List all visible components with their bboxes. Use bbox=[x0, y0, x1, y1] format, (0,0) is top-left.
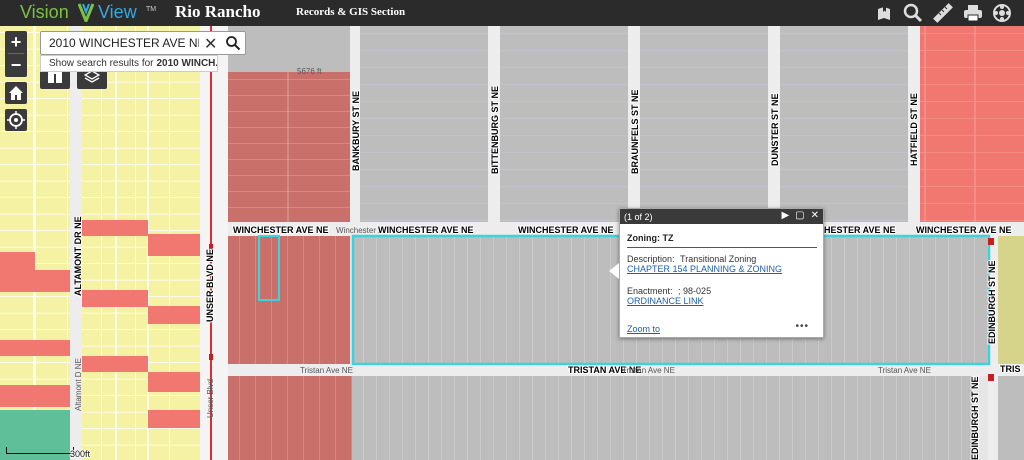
search-box: ✕ bbox=[40, 31, 246, 55]
minor-label-altamont: Altamont D NE bbox=[74, 358, 83, 411]
logo-vision-text: Vision bbox=[20, 2, 69, 22]
street-label-winchester-1: WINCHESTER AVE NE bbox=[233, 225, 329, 235]
popup-titlebar: (1 of 2) ▶ ▢ ✕ bbox=[620, 209, 823, 224]
print-icon[interactable] bbox=[962, 2, 984, 24]
street-label-dunster: DUNSTER ST NE bbox=[770, 93, 780, 166]
table-icon bbox=[48, 71, 62, 83]
enactment-row: Enactment: ; 98-025 bbox=[627, 286, 711, 296]
scale-label: 300ft bbox=[70, 449, 91, 459]
street-label-unser: UNSER BLVD NE bbox=[205, 249, 215, 322]
ordinance-link[interactable]: ORDINANCE LINK bbox=[627, 296, 704, 306]
close-popup-icon[interactable]: ✕ bbox=[811, 210, 819, 221]
logo-v-icon bbox=[78, 3, 94, 22]
map-canvas[interactable]: WINCHESTER AVE NE Winchester Ave NE WINC… bbox=[0, 26, 1024, 460]
street-label-winchester-3: WINCHESTER AVE NE bbox=[518, 225, 614, 235]
locate-icon bbox=[7, 111, 25, 129]
street-label-winchester-5: WINCHESTER AVE NE bbox=[916, 225, 1012, 235]
bookmark-icon[interactable] bbox=[873, 2, 895, 24]
street-label-edinburgh-2: EDINBURGH ST NE bbox=[970, 376, 980, 460]
city-title: Rio Rancho bbox=[175, 2, 261, 21]
layers-icon bbox=[84, 70, 100, 83]
street-label-altamont: ALTAMONT DR NE bbox=[73, 216, 83, 296]
suggestion-prefix: Show search results for bbox=[49, 58, 154, 69]
zoom-out-button[interactable]: − bbox=[5, 54, 27, 76]
logo-view-text: View bbox=[98, 2, 137, 22]
popup-pointer bbox=[609, 263, 619, 279]
home-button[interactable] bbox=[5, 82, 27, 104]
popup-title: Zoning: TZ bbox=[627, 233, 674, 243]
minor-label-tristan-2: Tristan Ave NE bbox=[622, 366, 675, 375]
logo: Vision View TM bbox=[20, 0, 170, 26]
next-feature-icon[interactable]: ▶ bbox=[781, 210, 789, 221]
zoom-controls: + − bbox=[5, 31, 27, 77]
street-label-winchester-2: WINCHESTER AVE NE bbox=[378, 225, 474, 235]
street-label-edinburgh-1: EDINBURGH ST NE bbox=[987, 260, 997, 344]
search-suggestion[interactable]: Show search results for 2010 WINCH... bbox=[40, 55, 218, 72]
enactment-label: Enactment: bbox=[627, 286, 673, 296]
maximize-icon[interactable]: ▢ bbox=[795, 210, 804, 221]
zoom-to-link[interactable]: Zoom to bbox=[627, 324, 660, 334]
parcel-layer bbox=[0, 26, 1024, 460]
popup-divider bbox=[627, 247, 817, 248]
street-label-tris-edge: TRIS bbox=[1000, 364, 1021, 374]
feature-popup: (1 of 2) ▶ ▢ ✕ Zoning: TZ Description: T… bbox=[619, 208, 824, 338]
chapter-link[interactable]: CHAPTER 154 PLANNING & ZONING bbox=[627, 264, 782, 274]
street-label-hatfield: HATFIELD ST NE bbox=[909, 93, 919, 166]
minor-label-tristan-1: Tristan Ave NE bbox=[300, 366, 353, 375]
enactment-value: ; 98-025 bbox=[678, 286, 712, 296]
app-header: Vision View TM Rio Rancho Records & GIS … bbox=[0, 0, 1024, 26]
description-label: Description: bbox=[627, 254, 675, 264]
home-icon bbox=[9, 86, 23, 100]
basemap-icon[interactable] bbox=[991, 2, 1013, 24]
locate-button[interactable] bbox=[5, 109, 27, 131]
search-input[interactable] bbox=[47, 35, 201, 51]
street-label-braunfels: BRAUNFELS ST NE bbox=[630, 89, 640, 174]
measure-icon[interactable] bbox=[932, 2, 954, 24]
popup-counter: (1 of 2) bbox=[624, 211, 653, 222]
street-label-bankbury: BANKBURY ST NE bbox=[351, 90, 361, 171]
minor-label-lot: 5676 ft bbox=[297, 67, 322, 76]
zoom-in-button[interactable]: + bbox=[5, 31, 27, 53]
suggestion-value: 2010 WINCH... bbox=[156, 58, 218, 69]
street-label-bittenburg: BITTENBURG ST NE bbox=[490, 85, 500, 174]
minor-label-unser: Unser Blvd bbox=[206, 378, 215, 418]
minor-label-tristan-3: Tristan Ave NE bbox=[878, 366, 931, 375]
logo-tm: TM bbox=[146, 6, 157, 13]
description-row: Description: Transitional Zoning bbox=[627, 254, 756, 264]
clear-search-icon[interactable]: ✕ bbox=[204, 34, 217, 54]
search-icon[interactable] bbox=[902, 2, 924, 24]
search-submit-icon[interactable] bbox=[225, 35, 241, 51]
section-title: Records & GIS Section bbox=[296, 6, 406, 18]
more-actions-button[interactable]: ••• bbox=[795, 321, 809, 332]
description-value: Transitional Zoning bbox=[680, 254, 757, 264]
scale-bar bbox=[6, 447, 74, 454]
